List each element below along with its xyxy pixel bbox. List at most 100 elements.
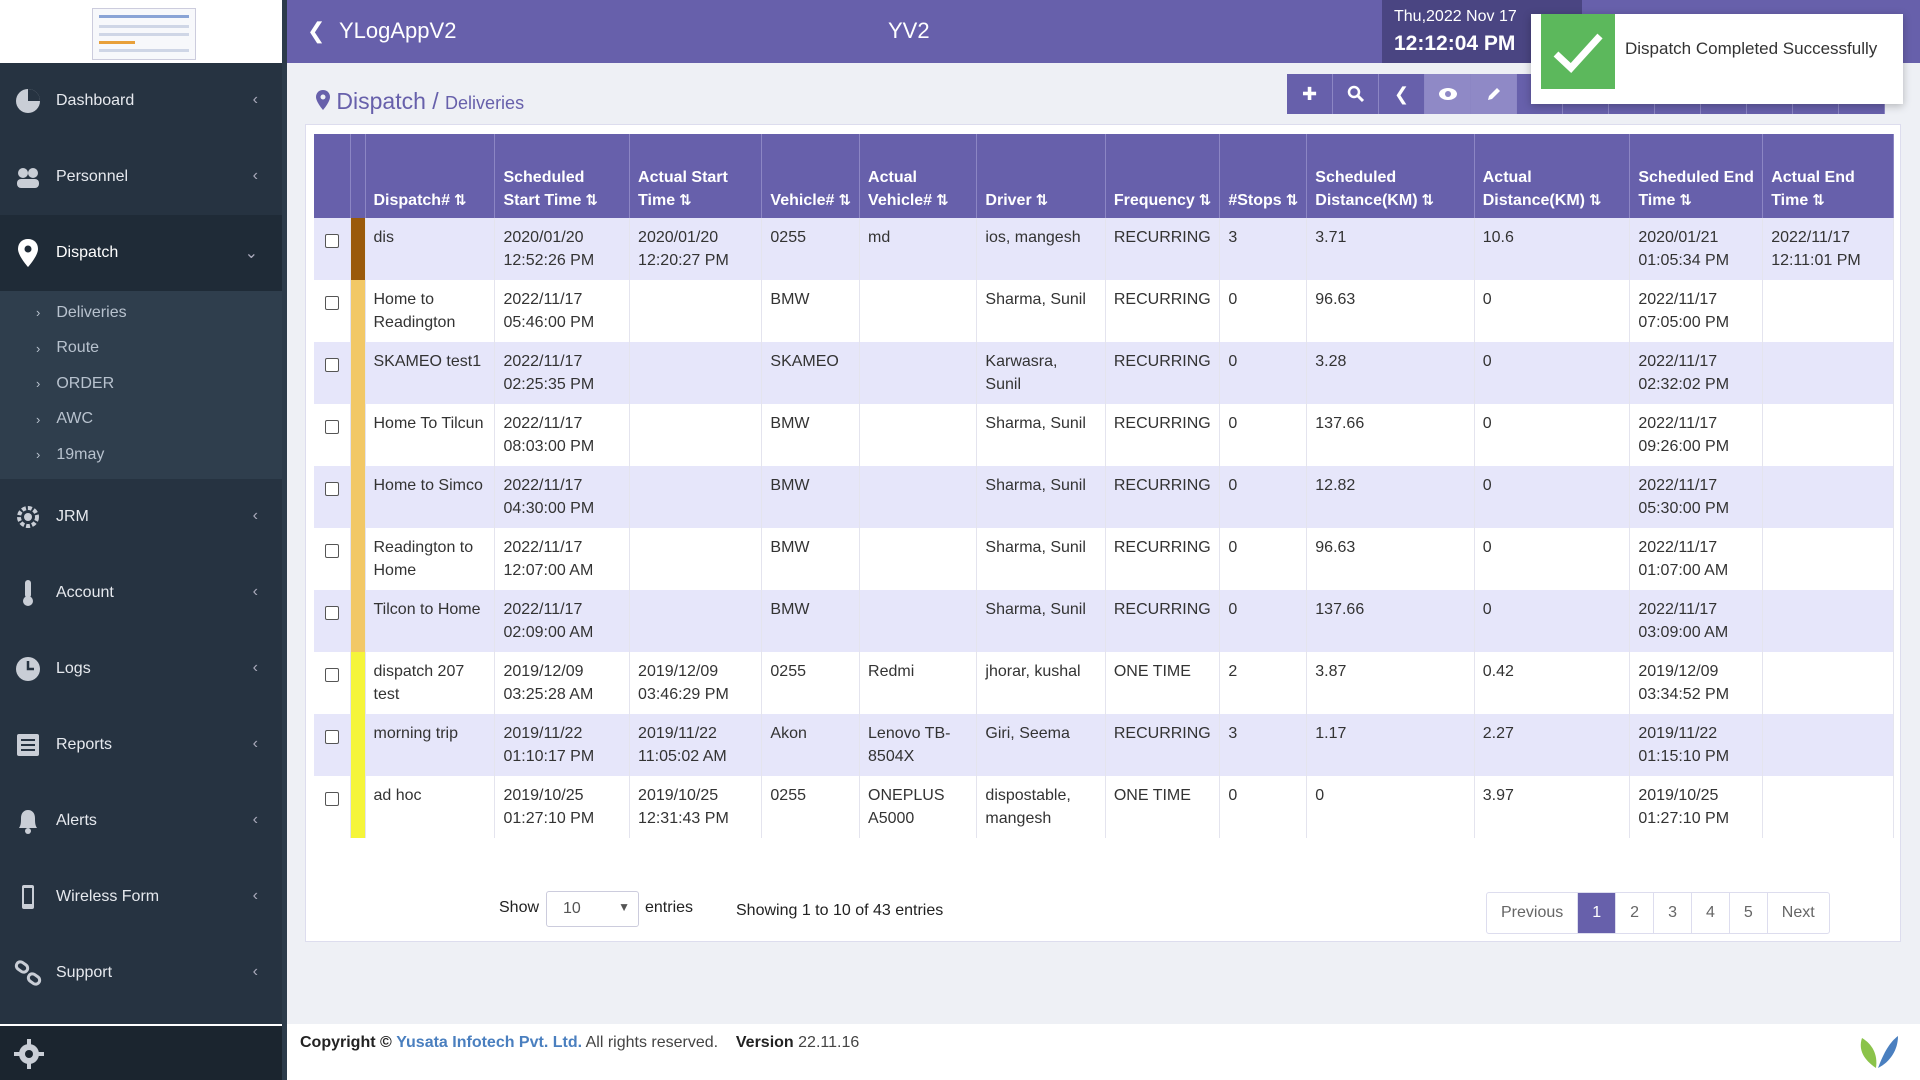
column-header-actual-start-time[interactable]: Actual Start Time ⇅: [629, 134, 763, 218]
column-header-dispatch[interactable]: Dispatch# ⇅: [365, 134, 496, 218]
column-header-scheduled-start-time[interactable]: Scheduled Start Time ⇅: [494, 134, 631, 218]
page-5-button[interactable]: 5: [1730, 893, 1768, 933]
sort-icon[interactable]: ⇅: [1422, 192, 1435, 209]
sidebar-item-label: Wireless Form: [56, 887, 160, 905]
row-checkbox[interactable]: [324, 482, 339, 496]
table-cell: 3.87: [1306, 652, 1475, 714]
sort-icon[interactable]: ⇅: [454, 192, 467, 209]
row-checkbox[interactable]: [324, 296, 339, 310]
edit-button[interactable]: [1471, 74, 1517, 114]
sidebar-item-wireless-form[interactable]: Wireless Form ‹: [0, 859, 282, 935]
column-header-scheduled-end-time[interactable]: Scheduled End Time ⇅: [1629, 134, 1764, 218]
sort-icon[interactable]: ⇅: [679, 192, 692, 209]
copyright: Copyright © Yusata Infotech Pvt. Ltd. Al…: [300, 1034, 859, 1052]
search-button[interactable]: [1333, 74, 1379, 114]
success-toast[interactable]: Dispatch Completed Successfully: [1531, 14, 1903, 104]
table-row[interactable]: dispatch 207 test 2019/12/09 03:25:28 AM 2…: [314, 652, 1894, 714]
table-cell: [859, 280, 978, 342]
app-title: YLogAppV2: [339, 18, 457, 43]
view-button[interactable]: [1425, 74, 1471, 114]
row-checkbox-cell: [314, 590, 351, 652]
app-logo[interactable]: [0, 0, 282, 63]
breadcrumb-separator: /: [432, 88, 439, 114]
table-cell: Karwasra, Sunil: [976, 342, 1106, 404]
submenu-item-19may[interactable]: › 19may: [0, 437, 282, 473]
table-cell: Readington to Home: [365, 528, 496, 590]
sort-icon[interactable]: ⇅: [1286, 192, 1299, 209]
previous-record-button[interactable]: ❮: [1379, 74, 1425, 114]
chevron-right-icon: ›: [36, 447, 41, 463]
sidebar-item-dispatch[interactable]: Dispatch ⌄: [0, 215, 282, 291]
sort-icon[interactable]: ⇅: [1812, 192, 1825, 209]
sidebar-item-support[interactable]: Support ‹: [0, 935, 282, 1011]
sort-icon[interactable]: ⇅: [585, 192, 598, 209]
column-header-label: Scheduled Start Time: [503, 169, 585, 209]
row-checkbox[interactable]: [324, 730, 339, 744]
table-row[interactable]: Home to Readington 2022/11/17 05:46:00 PM…: [314, 280, 1894, 342]
sidebar-item-reports[interactable]: Reports ‹: [0, 707, 282, 783]
page-1-button[interactable]: 1: [1578, 893, 1617, 933]
table-row[interactable]: ad hoc 2019/10/25 01:27:10 PM 2019/10/25 1…: [314, 776, 1894, 838]
submenu-item-route[interactable]: › Route: [0, 331, 282, 367]
table-cell: Sharma, Sunil: [976, 404, 1106, 466]
column-header-vehicle[interactable]: Vehicle# ⇅: [761, 134, 861, 218]
sort-icon[interactable]: ⇅: [1589, 192, 1602, 209]
table-row[interactable]: Readington to Home 2022/11/17 12:07:00 AM…: [314, 528, 1894, 590]
column-header--stops[interactable]: #Stops ⇅: [1219, 134, 1308, 218]
row-checkbox[interactable]: [324, 234, 339, 248]
page-2-button[interactable]: 2: [1616, 893, 1655, 933]
column-header-actual-distance-km[interactable]: Actual Distance(KM) ⇅: [1474, 134, 1631, 218]
row-checkbox[interactable]: [324, 358, 339, 372]
settings-gear-icon[interactable]: [13, 1038, 45, 1070]
column-header-scheduled-distance-km[interactable]: Scheduled Distance(KM) ⇅: [1306, 134, 1475, 218]
column-header-frequency[interactable]: Frequency ⇅: [1105, 134, 1221, 218]
table-cell: 2019/10/25 12:31:43 PM: [629, 776, 763, 838]
thermometer-icon: [14, 579, 42, 607]
add-button[interactable]: ✚: [1287, 74, 1333, 114]
submenu-item-deliveries[interactable]: › Deliveries: [0, 295, 282, 331]
back-arrow-icon[interactable]: ❮: [307, 18, 325, 44]
page-4-button[interactable]: 4: [1692, 893, 1730, 933]
sidebar-item-personnel[interactable]: Personnel ‹: [0, 139, 282, 215]
sort-icon[interactable]: ⇅: [1199, 192, 1212, 209]
sidebar-item-dashboard[interactable]: Dashboard ‹: [0, 63, 282, 139]
table-row[interactable]: Home To Tilcun 2022/11/17 08:03:00 PM BMW S…: [314, 404, 1894, 466]
sort-icon[interactable]: ⇅: [1036, 192, 1049, 209]
sort-icon[interactable]: ⇅: [838, 192, 851, 209]
table-row[interactable]: dis 2020/01/20 12:52:26 PM 2020/01/20 12:2…: [314, 218, 1894, 280]
submenu-item-awc[interactable]: › AWC: [0, 402, 282, 438]
table-cell: 96.63: [1306, 528, 1475, 590]
sidebar-item-account[interactable]: Account ‹: [0, 555, 282, 631]
row-checkbox[interactable]: [324, 420, 339, 434]
column-header-driver[interactable]: Driver ⇅: [976, 134, 1106, 218]
table-cell: 1.17: [1306, 714, 1475, 776]
pagination: Previous 1 2 3 4 5 Next: [1486, 892, 1830, 934]
submenu-item-order[interactable]: › ORDER: [0, 366, 282, 402]
row-checkbox[interactable]: [324, 606, 339, 620]
previous-page-button[interactable]: Previous: [1487, 893, 1579, 933]
table-cell: [1762, 404, 1894, 466]
table-row[interactable]: Home to Simco 2022/11/17 04:30:00 PM BMW Sh…: [314, 466, 1894, 528]
table-row[interactable]: SKAMEO test1 2022/11/17 02:25:35 PM SKAMEO…: [314, 342, 1894, 404]
row-checkbox[interactable]: [324, 544, 339, 558]
status-color-bar: [350, 218, 366, 280]
column-header-actual-end-time[interactable]: Actual End Time ⇅: [1762, 134, 1894, 218]
table-row[interactable]: Tilcon to Home 2022/11/17 02:09:00 AM BMW S…: [314, 590, 1894, 652]
breadcrumb-main[interactable]: Dispatch: [336, 88, 425, 114]
page-3-button[interactable]: 3: [1654, 893, 1692, 933]
sidebar-item-alerts[interactable]: Alerts ‹: [0, 783, 282, 859]
sort-icon[interactable]: ⇅: [936, 192, 949, 209]
sidebar-item-logs[interactable]: Logs ‹: [0, 631, 282, 707]
sidebar-item-label: Alerts: [56, 811, 97, 829]
column-header-actual-vehicle[interactable]: Actual Vehicle# ⇅: [859, 134, 978, 218]
table-row[interactable]: morning trip 2019/11/22 01:10:17 PM 2019/1…: [314, 714, 1894, 776]
table-cell: RECURRING: [1105, 714, 1221, 776]
table-cell: [859, 466, 978, 528]
company-link[interactable]: Yusata Infotech Pvt. Ltd.: [396, 1034, 582, 1051]
sidebar-item-jrm[interactable]: JRM ‹: [0, 479, 282, 555]
row-checkbox[interactable]: [324, 668, 339, 682]
page-size-select[interactable]: 10 ▼: [546, 891, 639, 927]
sort-icon[interactable]: ⇅: [1679, 192, 1692, 209]
row-checkbox[interactable]: [324, 792, 339, 806]
next-page-button[interactable]: Next: [1768, 893, 1829, 933]
